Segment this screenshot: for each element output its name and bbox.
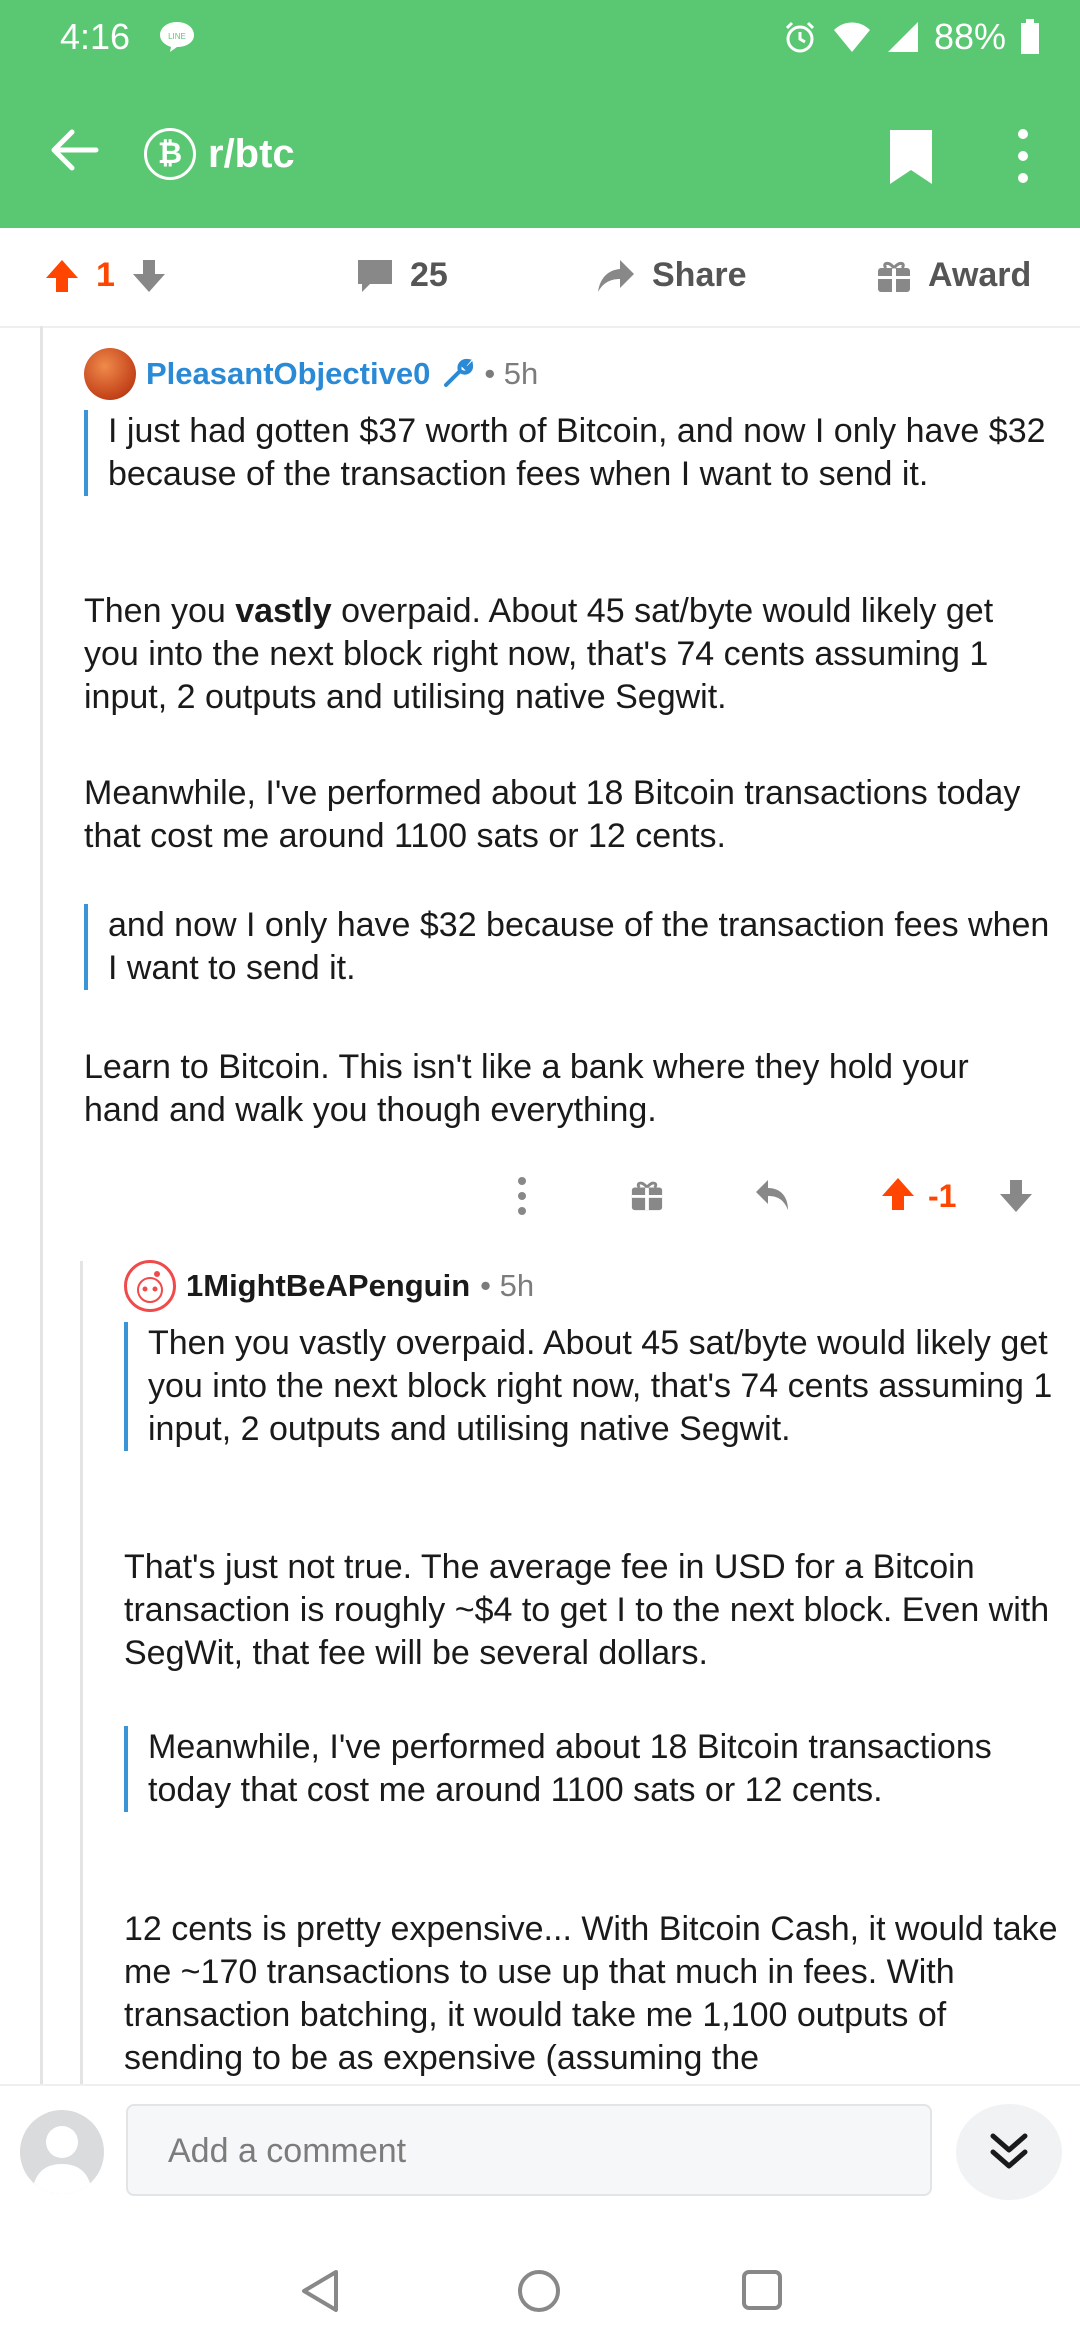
reply-icon[interactable] bbox=[754, 1178, 792, 1212]
downvote-icon[interactable] bbox=[998, 1178, 1034, 1214]
comment-header: PleasantObjective0 • 5h bbox=[84, 348, 538, 400]
comment-paragraph: 12 cents is pretty expensive... With Bit… bbox=[124, 1910, 1058, 2077]
text-segment: Then you bbox=[84, 592, 236, 630]
avatar[interactable] bbox=[84, 348, 136, 400]
comment-author[interactable]: 1MightBeAPenguin bbox=[186, 1268, 470, 1304]
line-app-icon: LINE bbox=[160, 22, 194, 52]
comment-paragraph: That's just not true. The average fee in… bbox=[124, 1548, 1050, 1672]
more-options-icon[interactable] bbox=[516, 1176, 528, 1216]
block-quote: Then you vastly overpaid. About 45 sat/b… bbox=[124, 1322, 1078, 1451]
gift-icon bbox=[878, 261, 910, 292]
home-nav-icon[interactable] bbox=[516, 2268, 562, 2314]
double-chevron-down-icon bbox=[990, 2133, 1028, 2169]
add-comment-input[interactable]: Add a comment bbox=[126, 2104, 932, 2196]
comment-age: • 5h bbox=[484, 356, 539, 391]
comment-author[interactable]: PleasantObjective0 bbox=[146, 356, 430, 392]
comment-icon bbox=[358, 259, 392, 292]
share-icon bbox=[598, 259, 634, 292]
subreddit-name: r/btc bbox=[208, 131, 295, 176]
thread-line bbox=[40, 326, 43, 2084]
upvote-icon[interactable] bbox=[44, 258, 80, 294]
status-time: 4:16 bbox=[60, 16, 131, 57]
signal-icon bbox=[887, 22, 918, 52]
wifi-icon bbox=[833, 22, 870, 52]
snoo-icon bbox=[137, 1271, 163, 1303]
comments-button[interactable]: 25 bbox=[356, 256, 448, 295]
comment-actions: -1 bbox=[500, 1166, 1060, 1226]
more-options-icon[interactable] bbox=[1008, 128, 1038, 184]
block-quote: I just had gotten $37 worth of Bitcoin, … bbox=[84, 410, 1068, 496]
line-badge-text: LINE bbox=[168, 32, 186, 41]
back-nav-icon[interactable] bbox=[298, 2268, 342, 2314]
award-label: Award bbox=[928, 256, 1032, 294]
comment-header: 1MightBeAPenguin • 5h bbox=[124, 1260, 534, 1312]
recents-nav-icon[interactable] bbox=[740, 2268, 784, 2312]
bitcoin-icon: ₿ bbox=[144, 128, 196, 180]
vote-group: 1 bbox=[44, 256, 167, 295]
status-right: 88% bbox=[782, 16, 1040, 58]
comment-thread: PleasantObjective0 • 5h I just had gotte… bbox=[0, 326, 1080, 2084]
alarm-icon bbox=[785, 21, 814, 53]
post-action-bar: 1 25 Share Award bbox=[0, 228, 1080, 328]
avatar[interactable] bbox=[124, 1260, 176, 1312]
bold-text: vastly bbox=[235, 592, 332, 630]
share-button[interactable]: Share bbox=[596, 256, 747, 295]
thread-line bbox=[80, 1261, 83, 2084]
subreddit-link[interactable]: ₿ r/btc bbox=[144, 128, 295, 180]
bookmark-icon[interactable] bbox=[888, 128, 934, 186]
comment-score: -1 bbox=[928, 1178, 957, 1214]
collapse-thread-button[interactable] bbox=[956, 2104, 1062, 2200]
status-bar: 4:16 LINE 88% bbox=[0, 0, 1080, 84]
back-arrow-icon[interactable] bbox=[48, 124, 100, 176]
block-quote: and now I only have $32 because of the t… bbox=[84, 904, 1068, 990]
battery-percent: 88% bbox=[933, 16, 1006, 57]
system-nav-bar bbox=[0, 2254, 1080, 2340]
wrench-icon bbox=[444, 358, 474, 387]
top-app-bar: ₿ r/btc bbox=[0, 84, 1080, 228]
share-label: Share bbox=[652, 256, 747, 294]
user-avatar bbox=[20, 2110, 104, 2194]
upvote-count: 1 bbox=[96, 256, 115, 294]
user-icon bbox=[32, 2126, 92, 2194]
battery-icon bbox=[1021, 19, 1039, 54]
comment-age: • 5h bbox=[480, 1268, 535, 1303]
award-button[interactable]: Award bbox=[876, 256, 1031, 295]
comment-paragraph: Then you vastly overpaid. About 45 sat/b… bbox=[84, 590, 1044, 719]
upvote-icon[interactable] bbox=[880, 1176, 916, 1212]
comment-count: 25 bbox=[410, 256, 448, 294]
comment-composer: Add a comment bbox=[0, 2084, 1080, 2256]
comment-paragraph: Learn to Bitcoin. This isn't like a bank… bbox=[84, 1048, 969, 1129]
downvote-icon[interactable] bbox=[131, 258, 167, 294]
gift-icon[interactable] bbox=[630, 1178, 664, 1212]
block-quote: Meanwhile, I've performed about 18 Bitco… bbox=[124, 1726, 1078, 1812]
comment-paragraph: Meanwhile, I've performed about 18 Bitco… bbox=[84, 774, 1021, 855]
